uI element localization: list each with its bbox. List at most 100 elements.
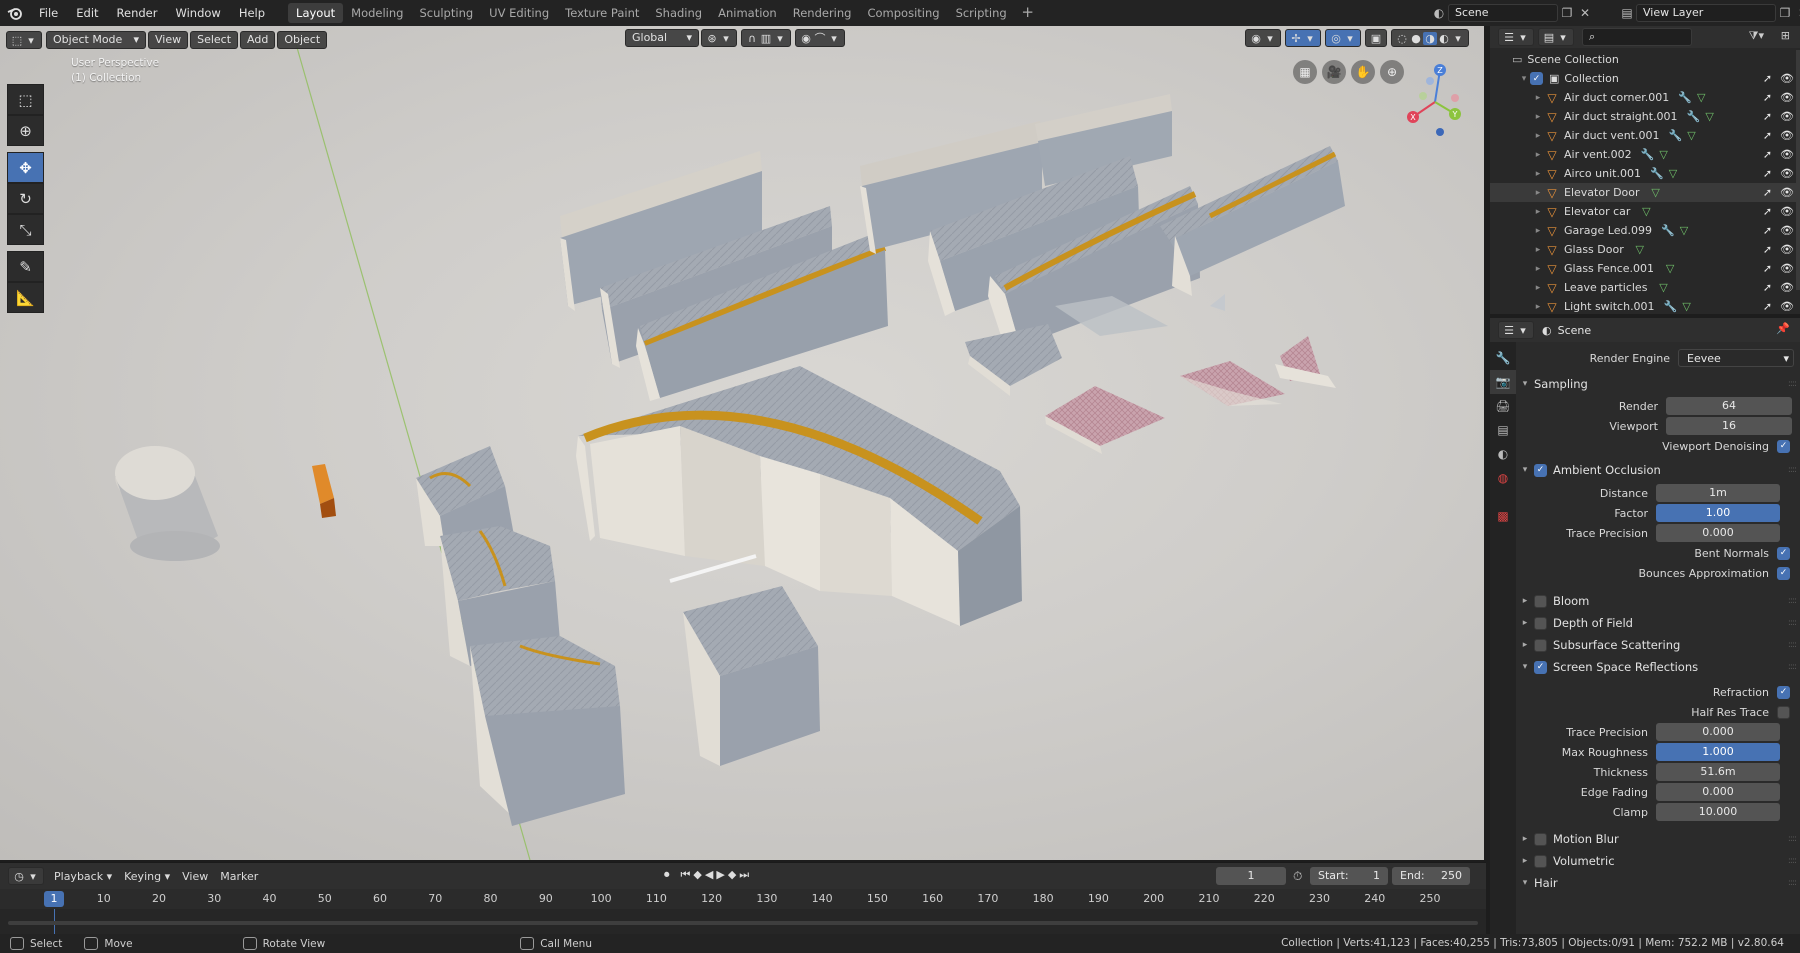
tab-shading[interactable]: Shading xyxy=(647,3,710,23)
move-tool-icon[interactable]: ✥ xyxy=(7,152,44,183)
neg-y-axis-icon[interactable] xyxy=(1419,92,1427,100)
scene-collection-row[interactable]: ▭ Scene Collection xyxy=(1490,50,1800,69)
outliner-object-row[interactable]: ▸ ▽ Leave particles ▽ ➚ 👁 xyxy=(1490,278,1800,297)
pivot-dropdown[interactable]: ⊛ ▾ xyxy=(701,29,737,47)
eye-icon[interactable]: 👁 xyxy=(1780,262,1794,275)
solid-shading-icon[interactable]: ● xyxy=(1409,32,1423,45)
select-arrow-icon[interactable]: ➚ xyxy=(1763,91,1772,104)
mesh-data-icon[interactable]: ▽ xyxy=(1679,300,1695,313)
frame-ruler[interactable]: 1 10 20 30 40 50 60 70 80 90 100 110 120 130 140 150 160… xyxy=(0,889,1486,909)
collapsed-triangle-icon[interactable]: ▸ xyxy=(1532,207,1544,217)
mesh-data-icon[interactable]: ▽ xyxy=(1693,91,1709,104)
bounces-approx-checkbox[interactable]: ✓ xyxy=(1777,566,1790,580)
mesh-data-icon[interactable]: ▽ xyxy=(1683,129,1699,142)
marker-menu[interactable]: Marker xyxy=(214,870,264,883)
axis-gizmo[interactable]: Z X Y xyxy=(1395,60,1475,140)
keying-menu[interactable]: Keying ▾ xyxy=(118,870,176,883)
eye-icon[interactable]: 👁 xyxy=(1780,205,1794,218)
drag-grip-icon[interactable]: :::: xyxy=(1788,878,1797,888)
mesh-data-icon[interactable]: ▽ xyxy=(1655,281,1671,294)
blender-logo-icon[interactable] xyxy=(0,0,30,26)
select-arrow-icon[interactable]: ➚ xyxy=(1763,300,1772,313)
current-frame-marker[interactable]: 1 xyxy=(44,891,64,907)
next-keyframe-icon[interactable]: ◆ xyxy=(728,868,736,882)
gizmo-toggle[interactable]: ✢ ▾ xyxy=(1285,29,1321,47)
edge-fading-field[interactable]: 0.000 xyxy=(1656,783,1780,801)
select-arrow-icon[interactable]: ➚ xyxy=(1763,224,1772,237)
eye-icon[interactable]: 👁 xyxy=(1780,91,1794,104)
collapsed-triangle-icon[interactable]: ▸ xyxy=(1532,302,1544,312)
refraction-checkbox[interactable]: ✓ xyxy=(1777,685,1790,699)
annotate-tool-icon[interactable]: ✎ xyxy=(7,251,44,282)
sss-checkbox[interactable] xyxy=(1534,638,1547,652)
select-arrow-icon[interactable]: ➚ xyxy=(1763,243,1772,256)
perspective-toggle-icon[interactable]: ▦ xyxy=(1293,60,1317,84)
mesh-data-icon[interactable]: ▽ xyxy=(1665,167,1681,180)
display-mode-button[interactable]: ▤ ▾ xyxy=(1538,28,1574,46)
end-frame-field[interactable]: End: 250 xyxy=(1392,867,1470,885)
neg-x-axis-icon[interactable] xyxy=(1451,94,1459,102)
view-menu[interactable]: View xyxy=(148,31,189,49)
outliner-search-input[interactable]: ⌕ xyxy=(1582,28,1692,46)
eye-icon[interactable]: 👁 xyxy=(1780,167,1794,180)
mesh-data-icon[interactable]: ▽ xyxy=(1656,148,1672,161)
sss-panel-header[interactable]: ▸ Subsurface Scattering:::: xyxy=(1516,634,1800,656)
select-arrow-icon[interactable]: ➚ xyxy=(1763,148,1772,161)
modifier-wrench-icon[interactable]: 🔧 xyxy=(1649,167,1665,180)
measure-tool-icon[interactable]: 📐 xyxy=(7,282,44,313)
bloom-panel-header[interactable]: ▸ Bloom:::: xyxy=(1516,590,1800,612)
stopwatch-icon[interactable]: ⏱ xyxy=(1293,869,1302,884)
select-arrow-icon[interactable]: ➚ xyxy=(1763,281,1772,294)
outliner-object-row[interactable]: ▸ ▽ Light switch.001 🔧 ▽ ➚ 👁 xyxy=(1490,297,1800,316)
add-workspace-button[interactable]: + xyxy=(1019,4,1037,22)
motion-blur-panel-header[interactable]: ▸ Motion Blur:::: xyxy=(1516,828,1800,850)
drag-grip-icon[interactable]: :::: xyxy=(1788,834,1797,844)
cursor-tool-icon[interactable]: ⊕ xyxy=(7,115,44,146)
outliner-object-row[interactable]: ▸ ▽ Glass Fence.001 ▽ ➚ 👁 xyxy=(1490,259,1800,278)
scene-icon[interactable]: ◐ xyxy=(1430,4,1448,22)
play-reverse-icon[interactable]: ◀ xyxy=(705,868,713,882)
collapsed-triangle-icon[interactable]: ▸ xyxy=(1532,112,1544,122)
tab-scripting[interactable]: Scripting xyxy=(948,3,1015,23)
collapsed-triangle-icon[interactable]: ▸ xyxy=(1532,245,1544,255)
rendered-shading-icon[interactable]: ◐ xyxy=(1437,32,1451,45)
collapsed-triangle-icon[interactable]: ▸ xyxy=(1532,283,1544,293)
eye-icon[interactable]: 👁 xyxy=(1780,300,1794,313)
scene-tab-icon[interactable]: ◐ xyxy=(1490,442,1516,466)
ao-enable-checkbox[interactable]: ✓ xyxy=(1534,463,1547,477)
drag-grip-icon[interactable]: :::: xyxy=(1788,465,1797,475)
half-res-checkbox[interactable] xyxy=(1777,705,1790,719)
tab-sculpting[interactable]: Sculpting xyxy=(411,3,481,23)
collection-include-checkbox[interactable]: ✓ xyxy=(1530,72,1543,85)
modifier-wrench-icon[interactable]: 🔧 xyxy=(1660,224,1676,237)
select-arrow-icon[interactable]: ➚ xyxy=(1763,129,1772,142)
current-frame-field[interactable]: 1 xyxy=(1216,867,1286,885)
modifier-wrench-icon[interactable]: 🔧 xyxy=(1663,300,1679,313)
sampling-panel-header[interactable]: ▾ Sampling:::: xyxy=(1516,373,1800,395)
select-arrow-icon[interactable]: ➚ xyxy=(1763,110,1772,123)
snap-toggle[interactable]: ∩ ▥ ▾ xyxy=(741,29,791,47)
jump-end-icon[interactable]: ⏭ xyxy=(739,868,749,882)
drag-grip-icon[interactable]: :::: xyxy=(1788,596,1797,606)
down-axis-icon[interactable] xyxy=(1436,128,1444,136)
timeline-editor-type-button[interactable]: ◷ ▾ xyxy=(8,867,44,885)
render-samples-field[interactable]: 64 xyxy=(1666,397,1792,415)
add-menu[interactable]: Add xyxy=(240,31,276,49)
play-icon[interactable]: ▶ xyxy=(716,868,724,882)
scale-tool-icon[interactable]: ⤡ xyxy=(7,214,44,245)
eye-icon[interactable]: 👁 xyxy=(1780,224,1794,237)
mesh-data-icon[interactable]: ▽ xyxy=(1702,110,1718,123)
eye-icon[interactable]: 👁 xyxy=(1780,243,1794,256)
outliner-object-row[interactable]: ▸ ▽ Airco unit.001 🔧 ▽ ➚ 👁 xyxy=(1490,164,1800,183)
view-layer-tab-icon[interactable]: ▤ xyxy=(1490,418,1516,442)
outliner-object-row[interactable]: ▸ ▽ Garage Led.099 🔧 ▽ ➚ 👁 xyxy=(1490,221,1800,240)
pin-icon[interactable]: 📌 xyxy=(1776,322,1790,335)
tab-texture-paint[interactable]: Texture Paint xyxy=(557,3,647,23)
bent-normals-checkbox[interactable]: ✓ xyxy=(1777,546,1790,560)
eye-icon[interactable]: 👁 xyxy=(1780,186,1794,199)
start-frame-field[interactable]: Start: 1 xyxy=(1310,867,1388,885)
properties-editor-type-button[interactable]: ☰ ▾ xyxy=(1498,321,1534,339)
new-collection-icon[interactable]: ⊞ xyxy=(1781,29,1790,42)
playback-menu[interactable]: Playback ▾ xyxy=(48,870,118,883)
menu-help[interactable]: Help xyxy=(230,0,274,26)
